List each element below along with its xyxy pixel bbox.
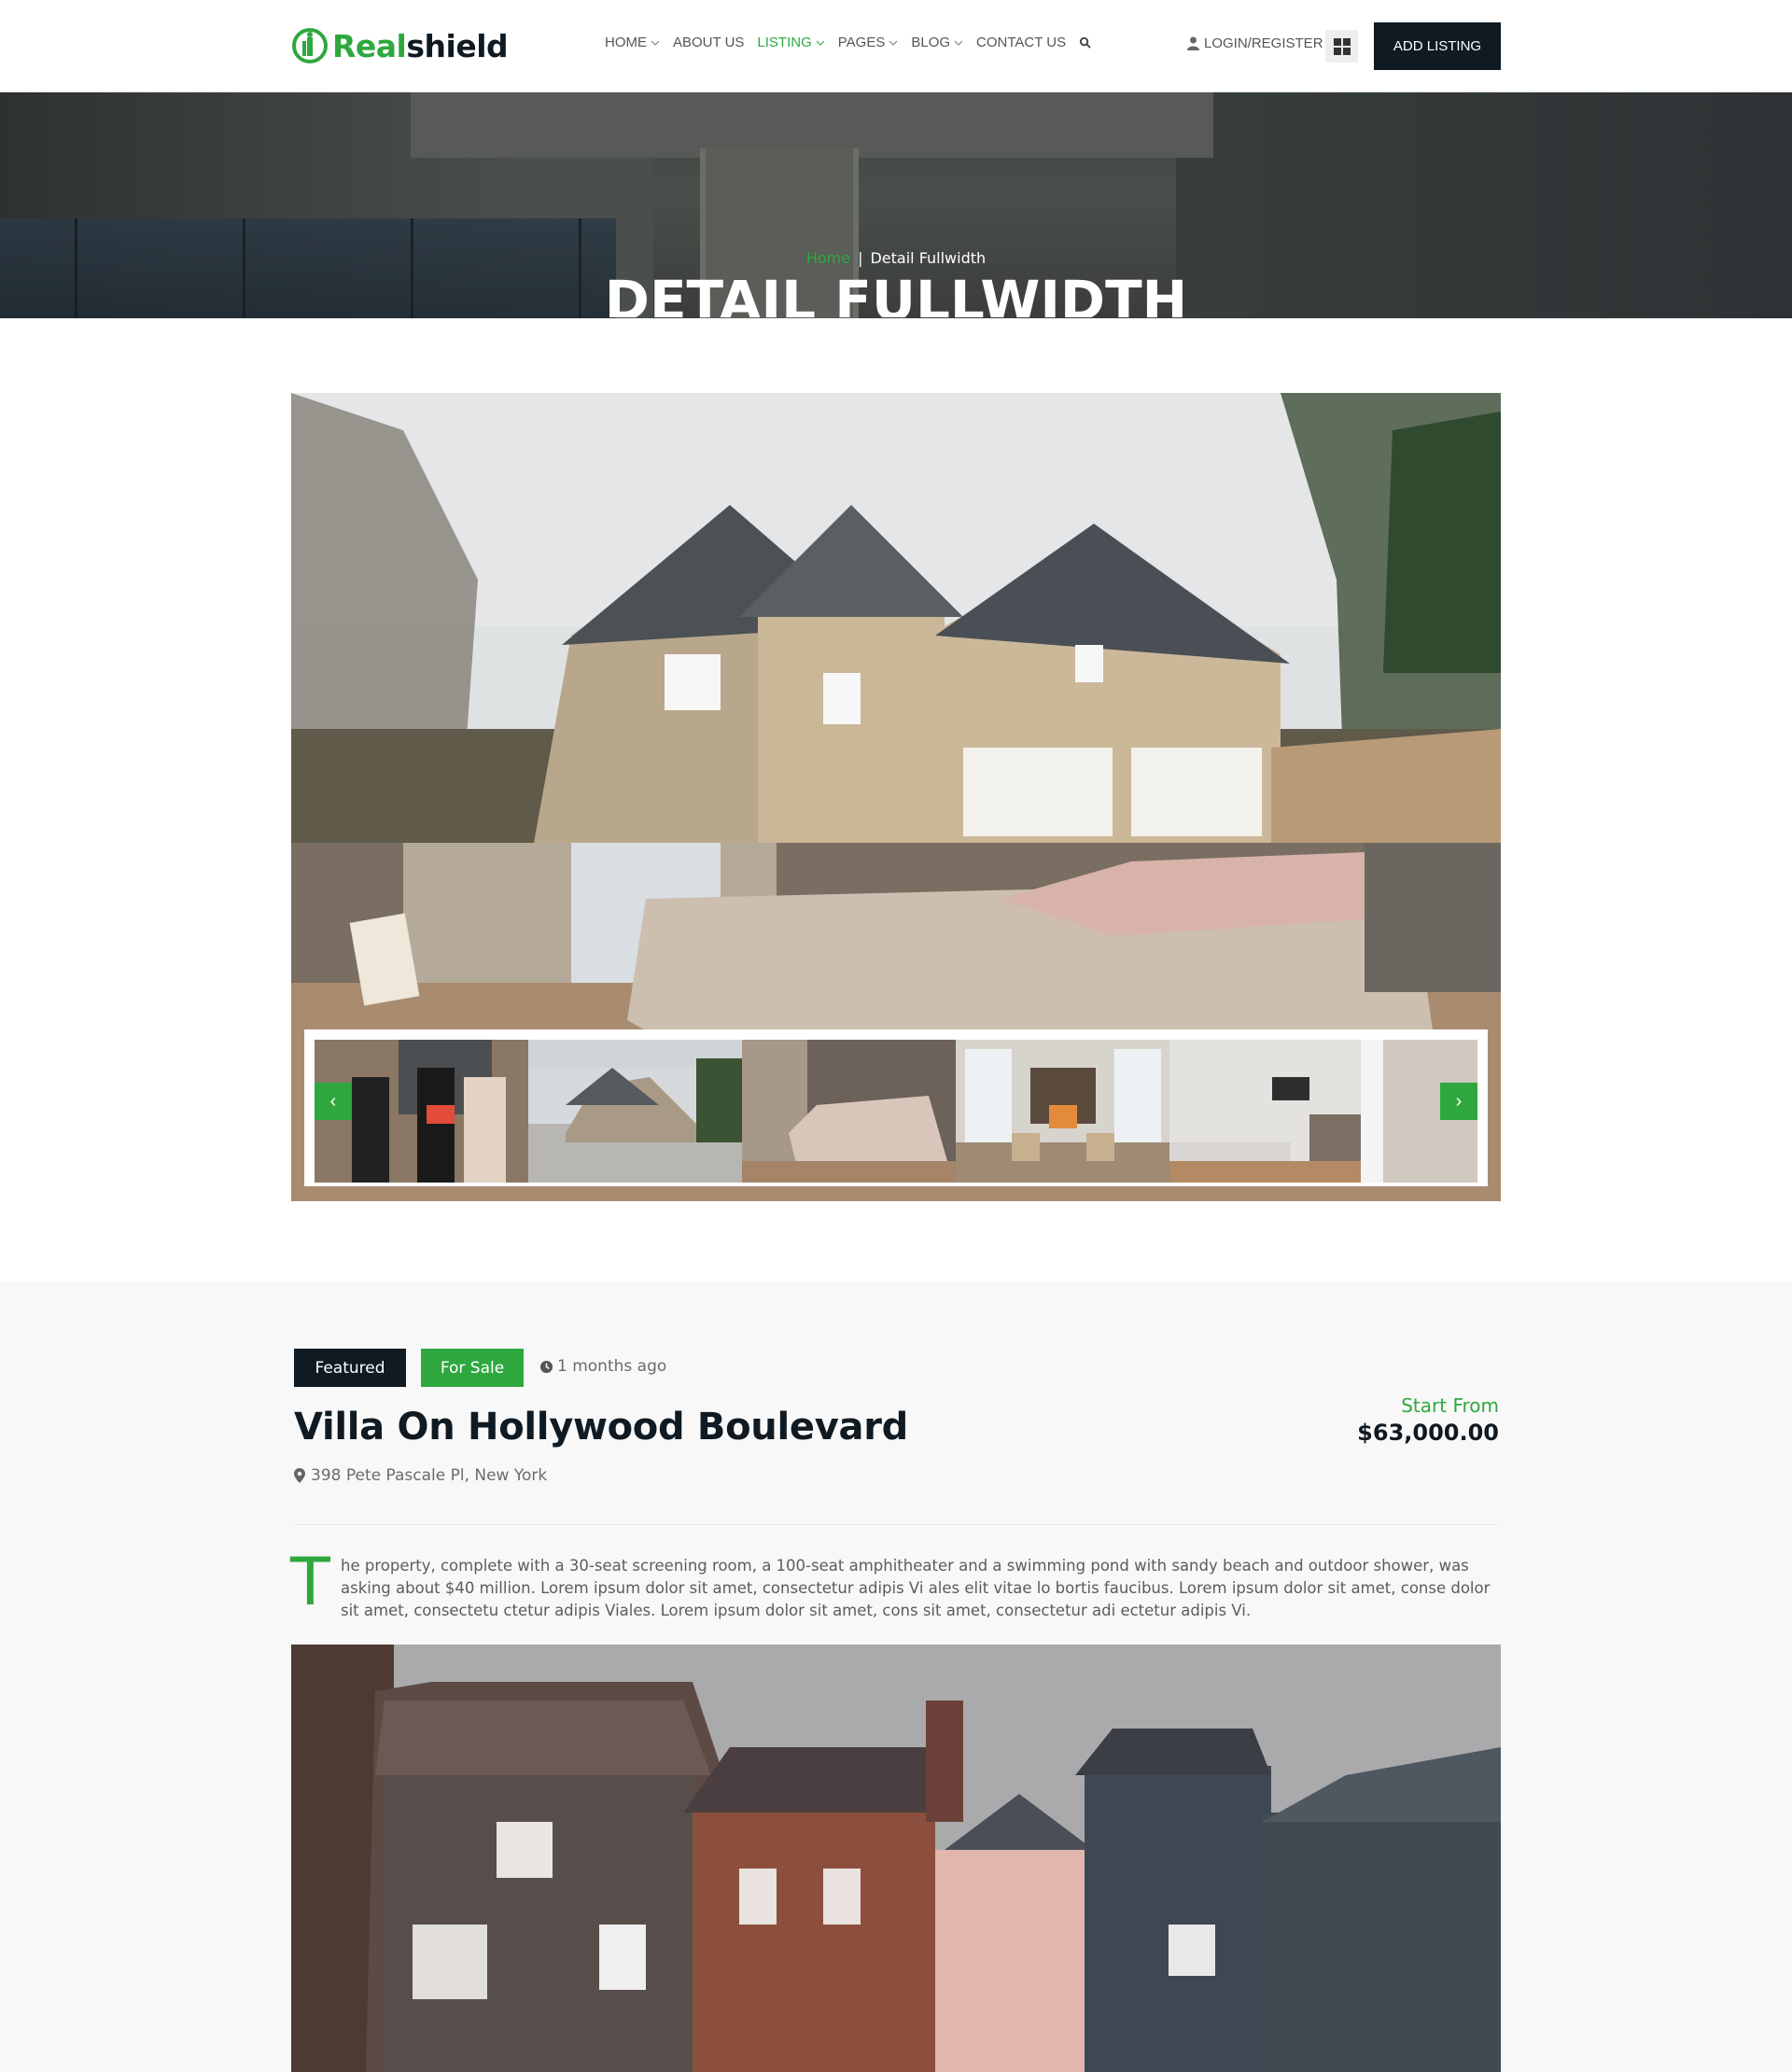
nav-item-pages[interactable]: PAGES <box>838 35 899 50</box>
chevron-right-icon: › <box>1455 1090 1463 1112</box>
logo-text-shield: shield <box>406 27 509 64</box>
nav-item-about-us[interactable]: ABOUT US <box>673 35 744 50</box>
listing-address: 398 Pete Pascale Pl, New York <box>294 1466 547 1485</box>
house-main-image[interactable] <box>291 393 1501 843</box>
chevron-down-icon <box>816 40 825 46</box>
chevron-down-icon <box>889 40 898 46</box>
featured-badge: Featured <box>294 1349 406 1387</box>
divider <box>294 1524 1498 1525</box>
grid-icon <box>1333 37 1351 55</box>
chevron-down-icon <box>954 40 963 46</box>
page-title: DETAIL FULLWIDTH <box>604 273 1188 317</box>
street-buildings-image[interactable] <box>291 1645 1501 2072</box>
map-pin-icon <box>294 1468 305 1483</box>
price-label: Start From <box>1401 1394 1499 1417</box>
status-badge: For Sale <box>421 1349 524 1387</box>
thumbnail-image[interactable] <box>956 1040 1169 1183</box>
chevron-down-icon <box>651 40 660 46</box>
main-nav: HOME ABOUT US LISTING PAGES BLOG CONTACT… <box>605 35 1091 50</box>
breadcrumb-current: Detail Fullwidth <box>870 249 987 267</box>
logo-icon <box>292 28 328 63</box>
listing-title: Villa On Hollywood Boulevard <box>294 1406 908 1449</box>
posted-time: 1 months ago <box>539 1357 666 1376</box>
breadcrumb: Home | Detail Fullwidth <box>805 249 987 267</box>
site-header: Realshield HOME ABOUT US LISTING PAGES B… <box>0 0 1792 92</box>
grid-menu-button[interactable] <box>1325 30 1358 63</box>
description-dropcap: T <box>290 1544 330 1620</box>
listing-price: $63,000.00 <box>1357 1420 1499 1446</box>
nav-item-contact-us[interactable]: CONTACT US <box>976 35 1066 50</box>
search-icon <box>1080 36 1091 49</box>
nav-item-blog[interactable]: BLOG <box>911 35 963 50</box>
logo-text-real: Real <box>332 27 407 64</box>
chevron-left-icon: ‹ <box>329 1090 337 1112</box>
site-logo[interactable]: Realshield <box>291 24 509 67</box>
clock-icon <box>539 1360 553 1373</box>
breadcrumb-home[interactable]: Home <box>806 249 850 267</box>
gallery-next-button[interactable]: › <box>1440 1083 1477 1120</box>
thumbnail-image[interactable] <box>1169 1040 1383 1183</box>
thumbnail-image[interactable] <box>742 1040 956 1183</box>
login-register-link[interactable]: LOGIN/REGISTER <box>1187 35 1323 51</box>
listing-gallery: ‹ › <box>291 393 1501 1201</box>
nav-search-button[interactable] <box>1079 36 1091 49</box>
thumbnail-image[interactable] <box>528 1040 742 1183</box>
nav-item-listing[interactable]: LISTING <box>757 35 825 50</box>
gallery-prev-button[interactable]: ‹ <box>315 1083 352 1120</box>
nav-item-home[interactable]: HOME <box>605 35 660 50</box>
page-banner: Home | Detail Fullwidth DETAIL FULLWIDTH <box>0 92 1792 318</box>
add-listing-button[interactable]: ADD LISTING <box>1374 22 1501 70</box>
thumbnail-strip: ‹ › <box>304 1029 1488 1186</box>
user-icon <box>1187 36 1199 50</box>
listing-description: he property, complete with a 30-seat scr… <box>341 1557 1491 1619</box>
